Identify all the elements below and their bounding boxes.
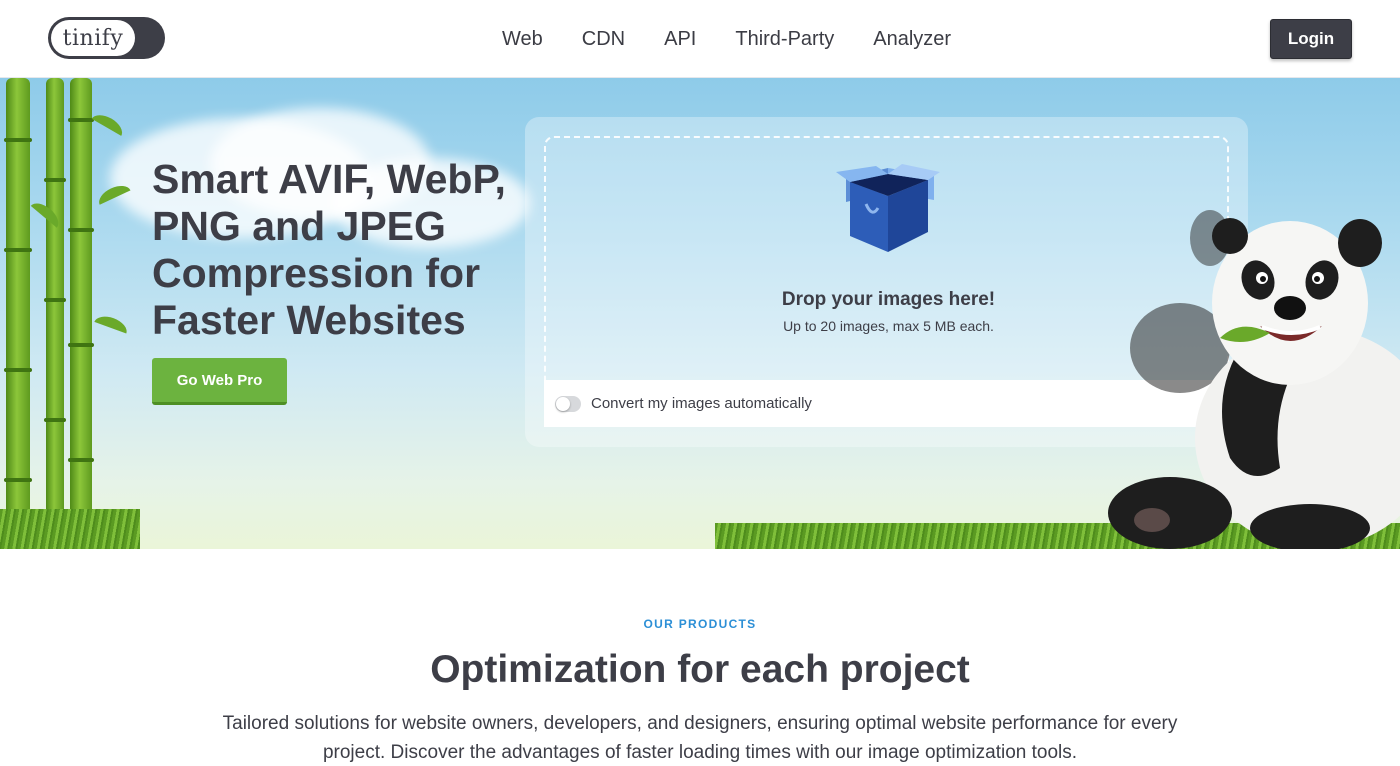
bamboo-stalk — [4, 78, 32, 549]
bamboo-stalk — [44, 78, 66, 549]
bamboo-leaf — [91, 110, 127, 136]
open-box-icon — [836, 164, 940, 252]
hero-headline: Smart AVIF, WebP, PNG and JPEG Compressi… — [152, 156, 506, 343]
products-description: Tailored solutions for website owners, d… — [222, 713, 1178, 763]
go-web-pro-button[interactable]: Go Web Pro — [152, 358, 287, 405]
grass — [0, 509, 140, 549]
nav-item-api[interactable]: API — [664, 28, 696, 51]
bamboo-leaf — [94, 312, 130, 334]
products-eyebrow: OUR PRODUCTS — [643, 617, 757, 631]
nav-item-cdn[interactable]: CDN — [582, 28, 625, 51]
convert-label: Convert my images automatically — [591, 395, 812, 412]
nav-item-analyzer[interactable]: Analyzer — [873, 28, 951, 51]
nav-item-third-party[interactable]: Third-Party — [735, 28, 834, 51]
tinify-logo[interactable]: tinify — [48, 17, 165, 59]
site-header: tinify Web CDN API Third-Party Analyzer … — [0, 0, 1400, 78]
bamboo-stalk — [68, 78, 94, 549]
panda-mascot — [1108, 210, 1400, 549]
login-button[interactable]: Login — [1270, 19, 1352, 59]
hero-section: Smart AVIF, WebP, PNG and JPEG Compressi… — [0, 78, 1400, 549]
products-title: Optimization for each project — [430, 648, 970, 691]
main-nav: Web CDN API Third-Party Analyzer — [502, 0, 990, 78]
nav-item-web[interactable]: Web — [502, 28, 543, 51]
convert-toggle[interactable] — [555, 395, 581, 412]
logo-text: tinify — [51, 20, 135, 56]
